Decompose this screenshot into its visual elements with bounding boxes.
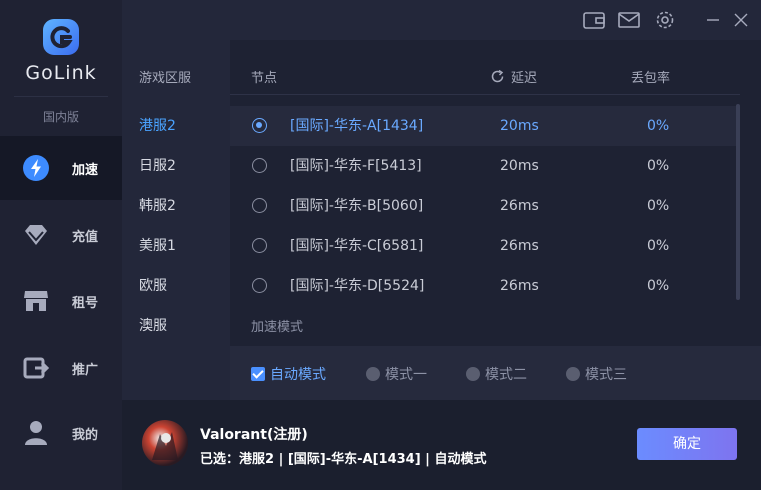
node-row[interactable]: [国际]-华东-D[5524] 26ms 0%: [230, 266, 740, 306]
golink-logo-icon: [42, 18, 80, 56]
divider: [230, 94, 740, 95]
region-item-eu[interactable]: 欧服: [122, 266, 230, 306]
mode-option-1[interactable]: 模式一: [366, 364, 427, 384]
mode-option-auto[interactable]: 自动模式: [251, 364, 326, 384]
radio-selected-icon[interactable]: [252, 118, 267, 133]
nav-item-mine[interactable]: 我的: [0, 401, 122, 465]
wallet-icon[interactable]: [583, 10, 605, 30]
mode-option-3[interactable]: 模式三: [566, 364, 627, 384]
close-icon[interactable]: [730, 10, 752, 30]
node-latency: 26ms: [500, 198, 539, 214]
nav-item-rent[interactable]: 租号: [0, 269, 122, 333]
node-row[interactable]: [国际]-华东-A[1434] 20ms 0%: [230, 106, 740, 146]
node-latency: 20ms: [500, 118, 539, 134]
nav-label: 推广: [72, 362, 99, 378]
app-name: GoLink: [25, 62, 97, 84]
loss-header: 丢包率: [631, 71, 671, 86]
radio-icon[interactable]: [366, 367, 380, 381]
nav-label: 我的: [72, 427, 99, 443]
lightning-icon: [22, 154, 50, 182]
mode-option-label: 模式三: [585, 367, 627, 383]
node-header: 节点: [251, 71, 278, 86]
footer: Valorant(注册) 已选：港服2 | [国际]-华东-A[1434] | …: [122, 400, 761, 490]
latency-header-label: 延迟: [511, 71, 538, 86]
refresh-icon[interactable]: [490, 69, 505, 84]
node-name: [国际]-华东-D[5524]: [290, 278, 425, 294]
region-column: 游戏区服 港服2 日服2 韩服2 美服1 欧服 澳服: [122, 40, 230, 400]
node-loss: 0%: [647, 118, 670, 134]
region-item-jp2[interactable]: 日服2: [122, 146, 230, 186]
top-bar: [122, 0, 761, 40]
radio-icon[interactable]: [252, 158, 267, 173]
node-latency: 26ms: [500, 278, 539, 294]
radio-icon[interactable]: [466, 367, 480, 381]
node-name: [国际]-华东-A[1434]: [290, 118, 424, 134]
nav-item-recharge[interactable]: 充值: [0, 203, 122, 267]
node-name: [国际]-华东-B[5060]: [290, 198, 424, 214]
region-item-kr2[interactable]: 韩服2: [122, 186, 230, 226]
game-avatar: [142, 420, 188, 466]
node-name: [国际]-华东-C[6581]: [290, 238, 424, 254]
node-list-scrollbar[interactable]: [736, 104, 740, 300]
region-item-au[interactable]: 澳服: [122, 306, 230, 346]
node-row[interactable]: [国际]-华东-C[6581] 26ms 0%: [230, 226, 740, 266]
mode-option-label: 模式一: [385, 367, 427, 383]
mode-option-label: 模式二: [485, 367, 527, 383]
confirm-button[interactable]: 确定: [637, 428, 737, 460]
mail-icon[interactable]: [618, 10, 640, 30]
sidebar: GoLink 国内版 加速 充值 租号 推广 我的: [0, 0, 122, 490]
region-header: 游戏区服: [139, 71, 192, 86]
content-area: 游戏区服 港服2 日服2 韩服2 美服1 欧服 澳服 节点 延迟 丢包率 [国际…: [122, 40, 761, 400]
region-item-hk2[interactable]: 港服2: [122, 106, 230, 146]
node-loss: 0%: [647, 238, 670, 254]
divider: [14, 96, 108, 97]
radio-icon[interactable]: [252, 238, 267, 253]
region-tag: 国内版: [42, 110, 79, 124]
mode-bar: 自动模式 模式一 模式二 模式三: [230, 346, 761, 400]
node-row[interactable]: [国际]-华东-F[5413] 20ms 0%: [230, 146, 740, 186]
settings-icon[interactable]: [654, 10, 676, 30]
radio-icon[interactable]: [252, 198, 267, 213]
checkbox-checked-icon[interactable]: [251, 367, 265, 381]
node-loss: 0%: [647, 158, 670, 174]
nav-item-accelerate[interactable]: 加速: [0, 136, 122, 200]
latency-header[interactable]: 延迟: [490, 67, 537, 86]
node-latency: 26ms: [500, 238, 539, 254]
node-loss: 0%: [647, 278, 670, 294]
region-item-us1[interactable]: 美服1: [122, 226, 230, 266]
user-icon: [22, 419, 50, 447]
mode-title: 加速模式: [251, 320, 304, 335]
node-loss: 0%: [647, 198, 670, 214]
mode-option-2[interactable]: 模式二: [466, 364, 527, 384]
radio-icon[interactable]: [252, 278, 267, 293]
nav-label: 租号: [72, 295, 99, 311]
node-row[interactable]: [国际]-华东-B[5060] 26ms 0%: [230, 186, 740, 226]
radio-icon[interactable]: [566, 367, 580, 381]
node-name: [国际]-华东-F[5413]: [290, 158, 422, 174]
selected-summary: 已选：港服2 | [国际]-华东-A[1434] | 自动模式: [200, 452, 487, 467]
minimize-icon[interactable]: [702, 10, 724, 30]
mode-option-label: 自动模式: [270, 367, 326, 383]
node-latency: 20ms: [500, 158, 539, 174]
nav-label: 充值: [72, 229, 99, 245]
share-icon: [22, 354, 50, 382]
diamond-icon: [22, 221, 50, 249]
nav-label: 加速: [72, 162, 99, 178]
store-icon: [22, 287, 50, 315]
game-title: Valorant(注册): [200, 427, 308, 443]
logo-block: GoLink 国内版: [0, 0, 122, 130]
nav-item-promote[interactable]: 推广: [0, 336, 122, 400]
